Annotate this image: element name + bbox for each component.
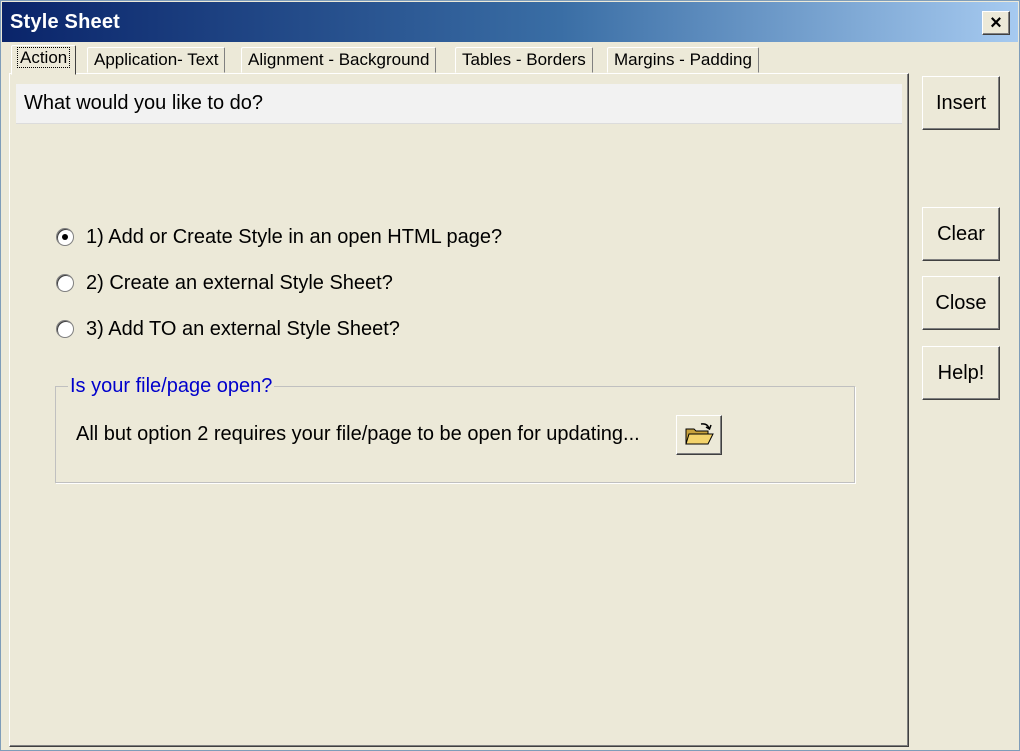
tab-margins-padding[interactable]: Margins - Padding <box>607 47 759 73</box>
style-sheet-window: Style Sheet × Action Application- Text A… <box>0 0 1020 751</box>
radio-option-2[interactable] <box>56 274 74 292</box>
tab-margins-padding-label: Margins - Padding <box>614 50 752 69</box>
option-2-label: 2) Create an external Style Sheet? <box>86 271 393 294</box>
groupbox-legend: Is your file/page open? <box>68 373 275 399</box>
radio-option-1[interactable] <box>56 228 74 246</box>
tab-action[interactable]: Action <box>11 45 77 75</box>
insert-button[interactable]: Insert <box>922 76 1000 130</box>
window-title: Style Sheet <box>10 11 121 33</box>
title-bar: Style Sheet × <box>2 2 1018 42</box>
option-create-external[interactable]: 2) Create an external Style Sheet? <box>56 268 393 298</box>
tab-tables-borders[interactable]: Tables - Borders <box>455 47 593 73</box>
tab-alignment-background-label: Alignment - Background <box>248 50 430 69</box>
option-1-label: 1) Add or Create Style in an open HTML p… <box>86 225 503 248</box>
file-open-groupbox: Is your file/page open? All but option 2… <box>55 373 855 483</box>
help-button[interactable]: Help! <box>922 346 1000 400</box>
tab-tables-borders-label: Tables - Borders <box>462 50 586 69</box>
open-file-button[interactable] <box>676 415 722 455</box>
open-folder-icon <box>685 423 714 445</box>
tab-alignment-background[interactable]: Alignment - Background <box>241 47 437 73</box>
close-window-button[interactable]: × <box>982 11 1010 35</box>
option-add-create-style[interactable]: 1) Add or Create Style in an open HTML p… <box>56 222 502 252</box>
close-button[interactable]: Close <box>922 276 1000 330</box>
question-heading: What would you like to do? <box>16 84 902 124</box>
option-3-label: 3) Add TO an external Style Sheet? <box>86 317 400 340</box>
radio-option-3[interactable] <box>56 320 74 338</box>
clear-button[interactable]: Clear <box>922 207 1000 261</box>
option-add-to-external[interactable]: 3) Add TO an external Style Sheet? <box>56 314 400 344</box>
action-tab-panel: What would you like to do? 1) Add or Cre… <box>9 73 909 747</box>
tab-action-label: Action <box>16 47 71 68</box>
tab-application-text-label: Application- Text <box>94 50 219 69</box>
file-open-hint: All but option 2 requires your file/page… <box>76 423 640 445</box>
tab-application-text[interactable]: Application- Text <box>87 47 226 73</box>
